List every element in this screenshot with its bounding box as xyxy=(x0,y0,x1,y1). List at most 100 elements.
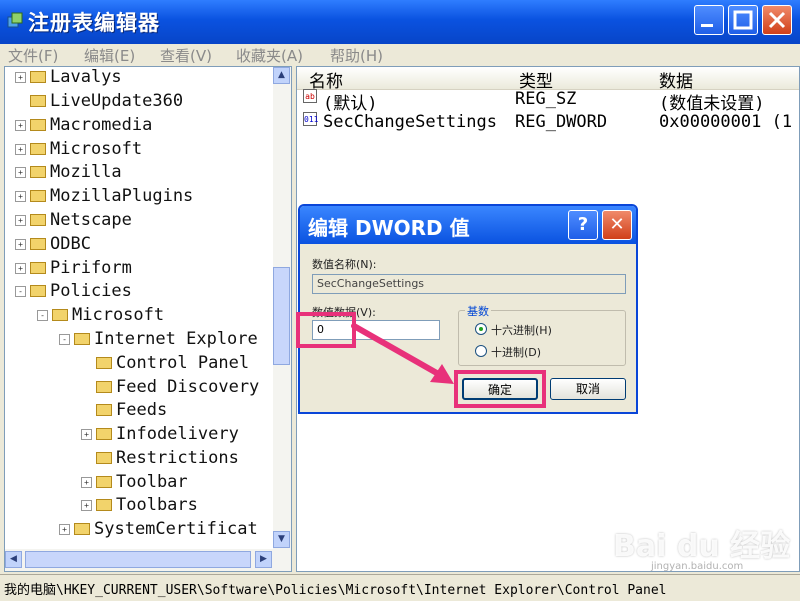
maximize-icon xyxy=(733,10,753,30)
expand-icon[interactable]: + xyxy=(15,262,26,274)
expand-icon[interactable]: + xyxy=(15,166,26,178)
tree-horizontal-scrollbar[interactable]: ◀ ▶ xyxy=(5,549,291,571)
hex-radio[interactable] xyxy=(475,323,487,335)
folder-open-icon xyxy=(74,333,90,345)
expand-icon[interactable]: + xyxy=(15,143,26,155)
folder-icon xyxy=(30,143,46,155)
close-button[interactable] xyxy=(762,5,792,35)
scroll-thumb[interactable] xyxy=(25,551,251,568)
expand-icon[interactable]: + xyxy=(15,71,26,83)
list-item[interactable]: ab (默认) REG_SZ (数值未设置) xyxy=(301,89,799,114)
tree-node[interactable]: - Internet Explore xyxy=(59,329,258,351)
watermark-logo: Bai du 经验 xyxy=(613,529,791,564)
minimize-button[interactable] xyxy=(694,5,724,35)
decimal-radio[interactable] xyxy=(475,345,487,357)
folder-icon xyxy=(96,476,112,488)
menu-favorites[interactable]: 收藏夹(A) xyxy=(236,45,303,66)
tree-node[interactable]: + Macromedia xyxy=(15,115,152,137)
arrow-right-icon: ▶ xyxy=(260,554,267,564)
window-title: 注册表编辑器 xyxy=(28,11,160,35)
folder-icon xyxy=(96,499,112,511)
tree-node[interactable]: + Mozilla xyxy=(15,162,122,184)
scroll-thumb[interactable] xyxy=(273,267,290,365)
folder-icon xyxy=(96,452,112,464)
tree-node[interactable]: - Microsoft xyxy=(37,305,164,327)
collapse-icon[interactable]: - xyxy=(59,333,70,345)
menu-file[interactable]: 文件(F) xyxy=(8,45,58,66)
collapse-icon[interactable]: - xyxy=(15,285,26,297)
tree-vertical-scrollbar[interactable]: ▲ ▼ xyxy=(273,67,291,549)
tree-node[interactable]: + Lavalys xyxy=(15,67,122,89)
expand-icon[interactable]: + xyxy=(59,523,70,535)
tree-node[interactable]: + Microsoft xyxy=(15,139,142,161)
folder-icon xyxy=(96,381,112,393)
scroll-down-button[interactable]: ▼ xyxy=(273,531,290,548)
tree-node-selected[interactable]: Control Panel xyxy=(81,353,249,375)
tree-node[interactable]: + Toolbar xyxy=(81,472,188,494)
tree-node[interactable]: + Infodelivery xyxy=(81,424,239,446)
menu-help[interactable]: 帮助(H) xyxy=(330,45,383,66)
tree-node[interactable]: LiveUpdate360 xyxy=(15,91,183,113)
expand-icon[interactable]: + xyxy=(81,476,92,488)
menu-edit[interactable]: 编辑(E) xyxy=(84,45,135,66)
ok-button[interactable]: 确定 xyxy=(462,378,538,400)
tree-node[interactable]: - Policies xyxy=(15,281,132,303)
tree-node[interactable]: Feeds xyxy=(81,400,167,422)
registry-app-icon xyxy=(7,12,23,28)
cancel-button[interactable]: 取消 xyxy=(550,378,626,400)
arrow-down-icon: ▼ xyxy=(278,534,285,544)
folder-icon xyxy=(30,190,46,202)
expand-icon[interactable]: + xyxy=(81,428,92,440)
folder-icon xyxy=(74,523,90,535)
tree-node[interactable]: + Toolbars xyxy=(81,495,198,517)
expand-icon[interactable]: + xyxy=(15,190,26,202)
dialog-close-button[interactable]: ✕ xyxy=(602,210,632,240)
tree-node[interactable]: + ODBC xyxy=(15,234,91,256)
base-label: 基数 xyxy=(465,303,491,319)
expand-icon[interactable]: + xyxy=(15,119,26,131)
status-path: 我的电脑\HKEY_CURRENT_USER\Software\Policies… xyxy=(4,583,667,598)
base-groupbox: 基数 十六进制(H) 十进制(D) xyxy=(458,303,626,366)
scroll-left-button[interactable]: ◀ xyxy=(5,551,22,568)
tree-node[interactable]: + SystemCertificat xyxy=(59,519,258,541)
value-name-label: 数值名称(N): xyxy=(312,258,377,271)
tree-node[interactable]: Restrictions xyxy=(81,448,239,470)
menu-view[interactable]: 查看(V) xyxy=(160,45,212,66)
folder-open-icon xyxy=(52,309,68,321)
status-bar: 我的电脑\HKEY_CURRENT_USER\Software\Policies… xyxy=(0,574,800,601)
expand-icon[interactable]: + xyxy=(15,238,26,250)
menu-bar: 文件(F) 编辑(E) 查看(V) 收藏夹(A) 帮助(H) xyxy=(0,44,800,66)
close-icon: ✕ xyxy=(609,214,625,235)
tree-node[interactable]: + Piriform xyxy=(15,258,132,280)
folder-open-icon xyxy=(96,357,112,369)
edit-dword-dialog: 编辑 DWORD 值 ? ✕ 数值名称(N): SecChangeSetting… xyxy=(298,204,638,414)
value-data-label: 数值数据(V): xyxy=(312,306,376,319)
folder-icon xyxy=(30,238,46,250)
registry-tree[interactable]: + Lavalys LiveUpdate360 + Macromedia + Micr… xyxy=(4,66,292,572)
string-value-icon: ab xyxy=(303,89,317,103)
folder-icon xyxy=(96,404,112,416)
expand-icon[interactable]: + xyxy=(81,499,92,511)
close-icon xyxy=(768,11,786,29)
scroll-right-button[interactable]: ▶ xyxy=(255,551,272,568)
dialog-title-bar[interactable]: 编辑 DWORD 值 ? ✕ xyxy=(300,206,636,244)
minimize-icon xyxy=(701,24,713,27)
decimal-label[interactable]: 十进制(D) xyxy=(491,344,541,360)
folder-icon xyxy=(96,428,112,440)
scroll-up-button[interactable]: ▲ xyxy=(273,67,290,84)
folder-icon xyxy=(30,214,46,226)
expand-icon[interactable]: + xyxy=(15,214,26,226)
list-item[interactable]: 011 SecChangeSettings REG_DWORD 0x000000… xyxy=(301,112,799,134)
help-icon: ? xyxy=(577,214,589,235)
watermark-url: jingyan.baidu.com xyxy=(651,561,744,572)
title-bar[interactable]: 注册表编辑器 xyxy=(0,0,800,44)
collapse-icon[interactable]: - xyxy=(37,309,48,321)
tree-node[interactable]: + MozillaPlugins xyxy=(15,186,193,208)
tree-node[interactable]: Feed Discovery xyxy=(81,377,259,399)
folder-icon xyxy=(30,119,46,131)
tree-node[interactable]: + Netscape xyxy=(15,210,132,232)
maximize-button[interactable] xyxy=(728,5,758,35)
hex-label[interactable]: 十六进制(H) xyxy=(491,322,552,338)
help-button[interactable]: ? xyxy=(568,210,598,240)
folder-open-icon xyxy=(30,285,46,297)
